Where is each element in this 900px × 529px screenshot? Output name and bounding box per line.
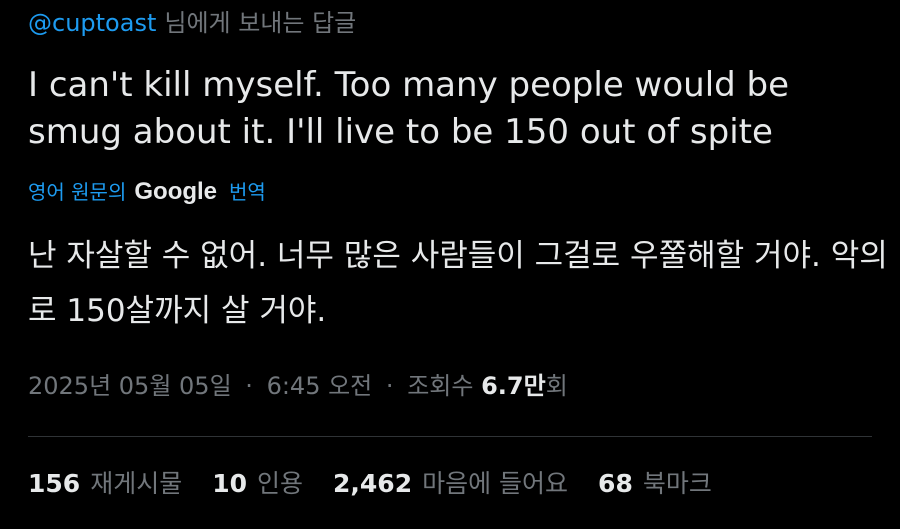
bookmarks-label: 북마크	[642, 469, 712, 498]
likes-label: 마음에 들어요	[422, 469, 569, 498]
quotes-stat[interactable]: 10 인용	[212, 466, 303, 502]
tweet-metadata: 2025년 05월 05일 · 6:45 오전 · 조회수 6.7만회	[28, 368, 568, 404]
views-label: 조회수	[407, 372, 474, 400]
translation-source-label[interactable]: 영어 원문의	[28, 174, 126, 210]
translation-attribution: 영어 원문의 Google 번역	[28, 174, 266, 210]
reply-handle-link[interactable]: @cuptoast	[28, 9, 156, 37]
likes-stat[interactable]: 2,462 마음에 들어요	[333, 466, 568, 502]
likes-count: 2,462	[333, 469, 413, 498]
engagement-stats: 156 재게시물 10 인용 2,462 마음에 들어요 68 북마크	[28, 466, 742, 502]
quotes-count: 10	[212, 469, 247, 498]
views-suffix: 회	[545, 372, 568, 400]
tweet-text: I can't kill myself. Too many people wou…	[28, 65, 790, 152]
divider	[28, 436, 872, 437]
translated-text: 난 자살할 수 없어. 너무 많은 사람들이 그걸로 우쭐해할 거야. 악의로 …	[28, 238, 888, 329]
reposts-count: 156	[28, 469, 81, 498]
reply-context: @cuptoast 님에게 보내는 답글	[28, 6, 356, 40]
reposts-stat[interactable]: 156 재게시물	[28, 466, 182, 502]
tweet-time[interactable]: 6:45 오전	[267, 372, 373, 400]
bookmarks-count: 68	[598, 469, 633, 498]
translate-link[interactable]: 번역	[229, 174, 266, 210]
views-count: 6.7만	[481, 372, 546, 400]
tweet-date[interactable]: 2025년 05월 05일	[28, 372, 232, 400]
meta-separator: ·	[245, 372, 253, 400]
quotes-label: 인용	[257, 469, 304, 498]
bookmarks-stat[interactable]: 68 북마크	[598, 466, 712, 502]
meta-separator: ·	[385, 372, 394, 400]
reply-suffix: 님에게 보내는 답글	[164, 9, 357, 37]
reposts-label: 재게시물	[90, 469, 183, 498]
google-logo: Google	[134, 178, 218, 205]
